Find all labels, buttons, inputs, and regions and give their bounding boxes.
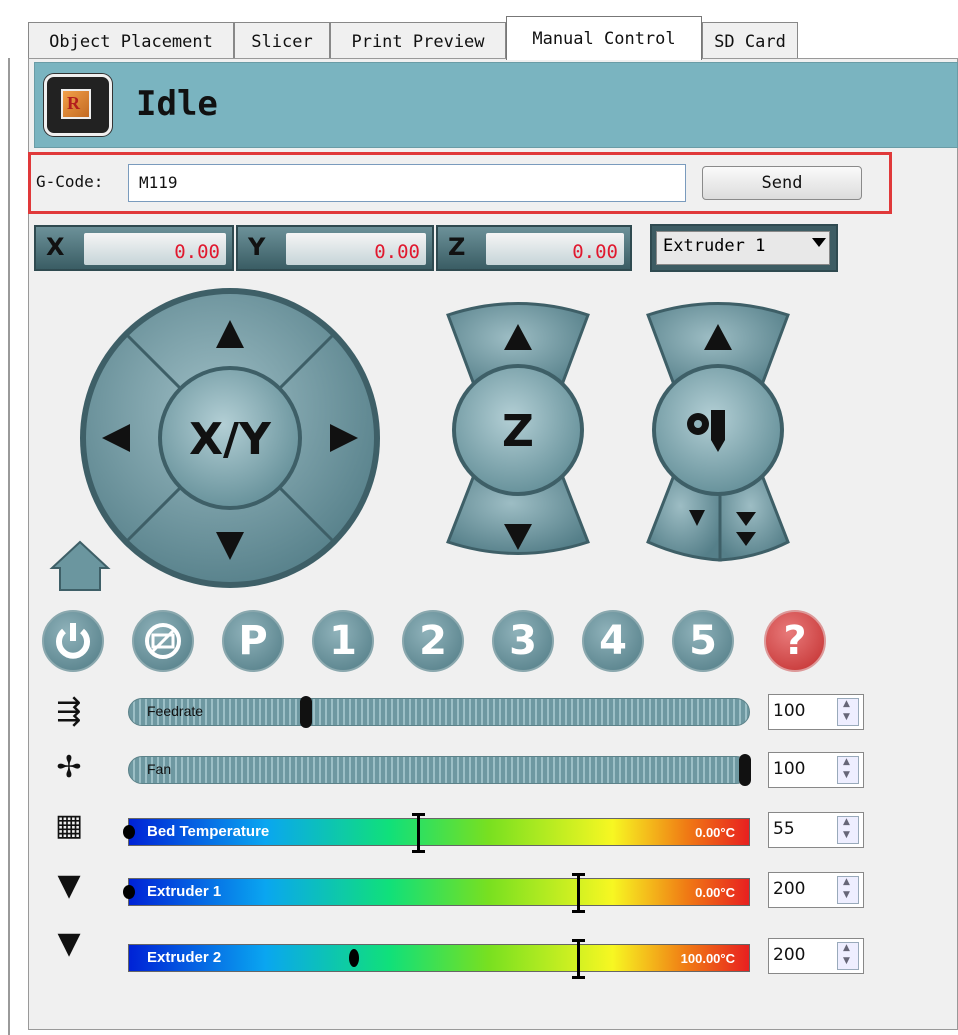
feedrate-icon: ⇶ xyxy=(56,694,82,729)
extruder-2-heater-off-icon[interactable]: ▼ xyxy=(44,926,94,970)
extruder-1-target-value: 200 xyxy=(773,879,806,899)
feedrate-slider[interactable]: Feedrate xyxy=(128,696,750,728)
bed-temperature-bar[interactable]: Bed Temperature 0.00°C xyxy=(123,813,750,853)
printer-status: Idle xyxy=(136,84,218,124)
z-jog-pad: Z xyxy=(446,302,590,555)
feedrate-value: 100 xyxy=(773,701,806,721)
extruder-1-target-marker[interactable] xyxy=(572,873,585,913)
fan-slider[interactable]: Fan xyxy=(128,754,751,786)
macro-3-button[interactable]: 3 xyxy=(492,610,554,672)
bed-target-spinbox[interactable]: 55 xyxy=(768,812,864,848)
bar-start-cap xyxy=(123,825,135,839)
home-all-button[interactable] xyxy=(49,540,111,591)
fan-label: Fan xyxy=(147,761,172,777)
extruder-2-current-marker xyxy=(349,949,359,967)
x-label: X xyxy=(46,233,65,261)
z-label: Z xyxy=(448,233,466,261)
tab-manual-control[interactable]: Manual Control xyxy=(506,16,702,60)
bed-target-marker[interactable] xyxy=(412,813,425,853)
park-button[interactable]: P xyxy=(222,610,284,672)
extruder-1-current-temperature: 0.00°C xyxy=(695,885,735,900)
macro-4-button[interactable]: 4 xyxy=(582,610,644,672)
tab-object-placement[interactable]: Object Placement xyxy=(28,22,234,60)
extruder-1-heater-off-icon[interactable]: ▼ xyxy=(44,868,94,912)
fan-value: 100 xyxy=(773,759,806,779)
extruder-1-temperature-bar[interactable]: Extruder 1 0.00°C xyxy=(123,873,750,913)
y-label: Y xyxy=(248,233,266,261)
extruder-1-label: Extruder 1 xyxy=(147,883,222,900)
spinner-arrows-icon[interactable] xyxy=(837,816,859,844)
send-button[interactable]: Send xyxy=(702,166,862,200)
tab-print-preview[interactable]: Print Preview xyxy=(330,22,506,60)
macro-1-button[interactable]: 1 xyxy=(312,610,374,672)
macro-5-button[interactable]: 5 xyxy=(672,610,734,672)
extruder-2-target-marker[interactable] xyxy=(572,939,585,979)
power-button[interactable] xyxy=(42,610,104,672)
extruder-2-temperature-bar[interactable]: Extruder 2 100.00°C xyxy=(128,939,750,979)
jog-controls: X/Y Z xyxy=(49,288,790,591)
y-value: 0.00 xyxy=(286,233,426,265)
bed-current-temperature: 0.00°C xyxy=(695,825,735,840)
help-button[interactable]: ? xyxy=(764,610,826,672)
spinner-arrows-icon[interactable] xyxy=(837,942,859,970)
gcode-disabled-icon xyxy=(145,623,181,659)
extruder-1-target-spinbox[interactable]: 200 xyxy=(768,872,864,908)
tab-sd-card[interactable]: SD Card xyxy=(702,22,798,60)
fan-slider-handle[interactable] xyxy=(739,754,751,786)
chevron-down-icon xyxy=(812,238,826,247)
gcode-input[interactable]: M119 xyxy=(128,164,686,202)
z-value: 0.00 xyxy=(486,233,624,265)
feedrate-label: Feedrate xyxy=(147,703,204,719)
macro-2-button[interactable]: 2 xyxy=(402,610,464,672)
y-position-display: Y 0.00 xyxy=(236,225,434,271)
app-logo-icon: R xyxy=(44,74,112,136)
x-position-display: X 0.00 xyxy=(34,225,234,271)
spinner-arrows-icon[interactable] xyxy=(837,756,859,784)
extruder-2-target-spinbox[interactable]: 200 xyxy=(768,938,864,974)
z-position-display: Z 0.00 xyxy=(436,225,632,271)
extruder-select-value: Extruder 1 xyxy=(656,231,830,265)
home-icon xyxy=(49,540,111,591)
extruder-select[interactable]: Extruder 1 xyxy=(650,224,838,272)
extruder-2-target-value: 200 xyxy=(773,945,806,965)
x-value: 0.00 xyxy=(84,233,226,265)
extruder-jog-pad xyxy=(646,302,790,562)
spinner-arrows-icon[interactable] xyxy=(837,698,859,726)
gcode-label: G-Code: xyxy=(36,172,104,191)
power-icon xyxy=(56,623,90,659)
tab-bar: Object Placement Slicer Print Preview Ma… xyxy=(28,14,958,60)
spinner-arrows-icon[interactable] xyxy=(837,876,859,904)
z-pad-label: Z xyxy=(502,406,534,457)
extruder-2-current-temperature: 100.00°C xyxy=(680,951,735,966)
bed-target-value: 55 xyxy=(773,819,795,839)
feedrate-slider-handle[interactable] xyxy=(300,696,312,728)
xy-pad-label: X/Y xyxy=(189,414,272,465)
disable-gcode-button[interactable] xyxy=(132,610,194,672)
bed-heater-off-icon[interactable]: ▦ xyxy=(44,808,94,852)
extruder-2-label: Extruder 2 xyxy=(147,949,222,966)
fan-spinbox[interactable]: 100 xyxy=(768,752,864,788)
fan-off-icon[interactable]: ✢ xyxy=(44,750,94,794)
xy-jog-pad: X/Y xyxy=(80,288,380,588)
tab-slicer[interactable]: Slicer xyxy=(234,22,330,60)
feedrate-spinbox[interactable]: 100 xyxy=(768,694,864,730)
bed-temperature-label: Bed Temperature xyxy=(147,823,270,840)
bar-start-cap xyxy=(123,885,135,899)
